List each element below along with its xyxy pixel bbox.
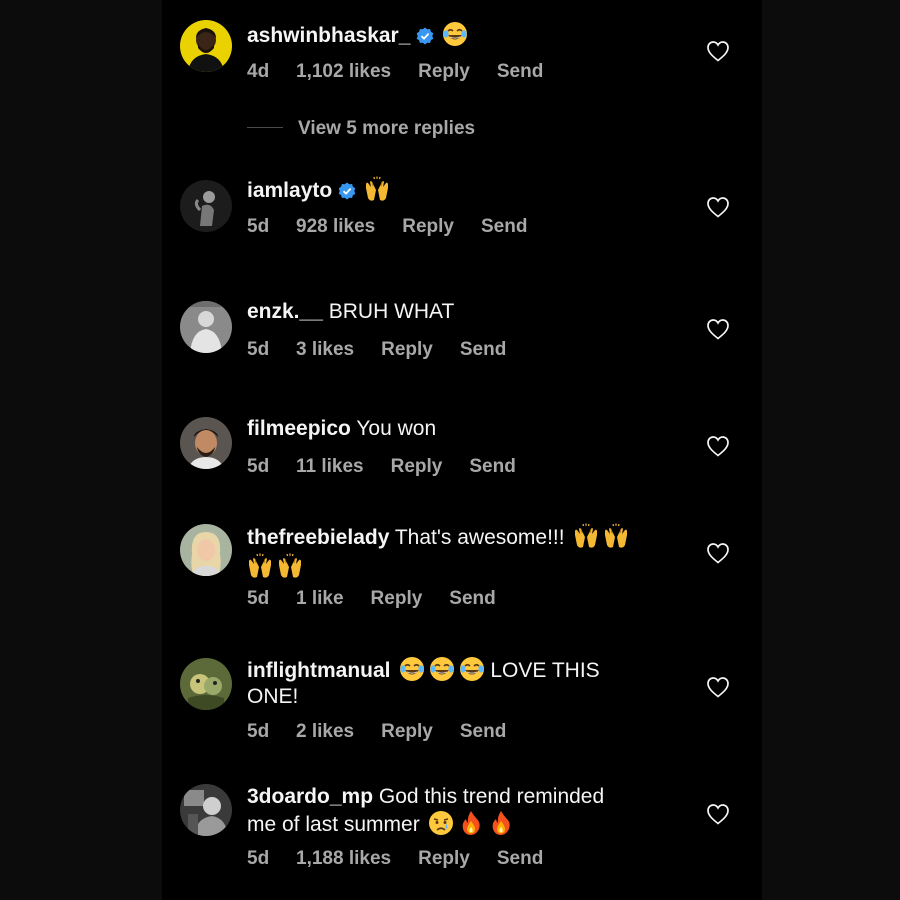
- view-more-replies-button[interactable]: View 5 more replies: [247, 118, 475, 144]
- comment-username[interactable]: ashwinbhaskar_: [247, 24, 410, 47]
- like-heart-icon[interactable]: [706, 196, 730, 218]
- avatar[interactable]: [180, 20, 232, 72]
- comment-likes[interactable]: 1 like: [296, 588, 344, 610]
- comment-likes[interactable]: 1,188 likes: [296, 848, 391, 870]
- send-button[interactable]: Send: [497, 61, 543, 83]
- comments-panel: ashwinbhaskar_ 4d 1,102 likes Reply Send Vi…: [162, 0, 762, 900]
- comment-likes[interactable]: 11 likes: [296, 456, 364, 478]
- send-button[interactable]: Send: [497, 848, 543, 870]
- send-button[interactable]: Send: [481, 216, 527, 238]
- comment-age: 5d: [247, 456, 270, 477]
- raising-hands-emoji-icon: [364, 176, 390, 202]
- divider-line: [247, 127, 283, 128]
- like-heart-icon[interactable]: [706, 40, 730, 62]
- reply-button[interactable]: Reply: [381, 721, 433, 743]
- comment-text: LOVE THIS: [490, 659, 600, 682]
- comment-likes[interactable]: 928 likes: [296, 216, 375, 238]
- comment-username[interactable]: enzk.__: [247, 300, 323, 323]
- like-heart-icon[interactable]: [706, 803, 730, 825]
- avatar[interactable]: [180, 524, 232, 576]
- verified-badge-icon: [416, 27, 434, 45]
- avatar[interactable]: [180, 658, 232, 710]
- like-heart-icon[interactable]: [706, 676, 730, 698]
- raising-hands-emoji-icon: [247, 553, 273, 579]
- like-heart-icon[interactable]: [706, 318, 730, 340]
- verified-badge-icon: [338, 182, 356, 200]
- reply-button[interactable]: Reply: [418, 61, 470, 83]
- joy-emoji-icon: [442, 21, 468, 47]
- comment-age: 5d: [247, 848, 270, 869]
- view-more-replies-label: View 5 more replies: [298, 118, 476, 139]
- joy-emoji-icon: [459, 656, 485, 682]
- comment-username[interactable]: 3doardo_mp: [247, 785, 373, 808]
- comment-text: That's awesome!!!: [394, 526, 565, 549]
- comment-username[interactable]: iamlayto: [247, 179, 332, 202]
- reply-button[interactable]: Reply: [391, 456, 443, 478]
- send-button[interactable]: Send: [460, 721, 506, 743]
- fire-emoji-icon: [488, 810, 514, 836]
- raising-hands-emoji-icon: [573, 523, 599, 549]
- reply-button[interactable]: Reply: [371, 588, 423, 610]
- avatar[interactable]: [180, 301, 232, 353]
- comment-age: 5d: [247, 721, 270, 742]
- comment-age: 5d: [247, 339, 270, 360]
- avatar[interactable]: [180, 417, 232, 469]
- comment-age: 5d: [247, 216, 270, 237]
- comment-username[interactable]: filmeepico: [247, 417, 351, 440]
- raising-hands-emoji-icon: [603, 523, 629, 549]
- fire-emoji-icon: [458, 810, 484, 836]
- send-button[interactable]: Send: [449, 588, 495, 610]
- comment-username[interactable]: thefreebielady: [247, 526, 389, 549]
- comment-text: You won: [356, 417, 437, 440]
- send-button[interactable]: Send: [469, 456, 515, 478]
- comment-text: God this trend reminded: [378, 785, 605, 808]
- reply-button[interactable]: Reply: [381, 339, 433, 361]
- avatar[interactable]: [180, 180, 232, 232]
- like-heart-icon[interactable]: [706, 542, 730, 564]
- comment-age: 5d: [247, 588, 270, 609]
- comment-text: BRUH WHAT: [328, 300, 455, 323]
- comment-username[interactable]: inflightmanual: [247, 659, 391, 682]
- send-button[interactable]: Send: [460, 339, 506, 361]
- comment-age: 4d: [247, 61, 270, 82]
- joy-emoji-icon: [399, 656, 425, 682]
- comment-likes[interactable]: 3 likes: [296, 339, 354, 361]
- crying-emoji-icon: [428, 810, 454, 836]
- like-heart-icon[interactable]: [706, 435, 730, 457]
- raising-hands-emoji-icon: [277, 553, 303, 579]
- comment-likes[interactable]: 2 likes: [296, 721, 354, 743]
- reply-button[interactable]: Reply: [402, 216, 454, 238]
- comment-text-continued: ONE!: [247, 685, 299, 708]
- avatar[interactable]: [180, 784, 232, 836]
- comment-text-continued: me of last summer: [247, 813, 420, 836]
- reply-button[interactable]: Reply: [418, 848, 470, 870]
- joy-emoji-icon: [429, 656, 455, 682]
- comment-likes[interactable]: 1,102 likes: [296, 61, 391, 83]
